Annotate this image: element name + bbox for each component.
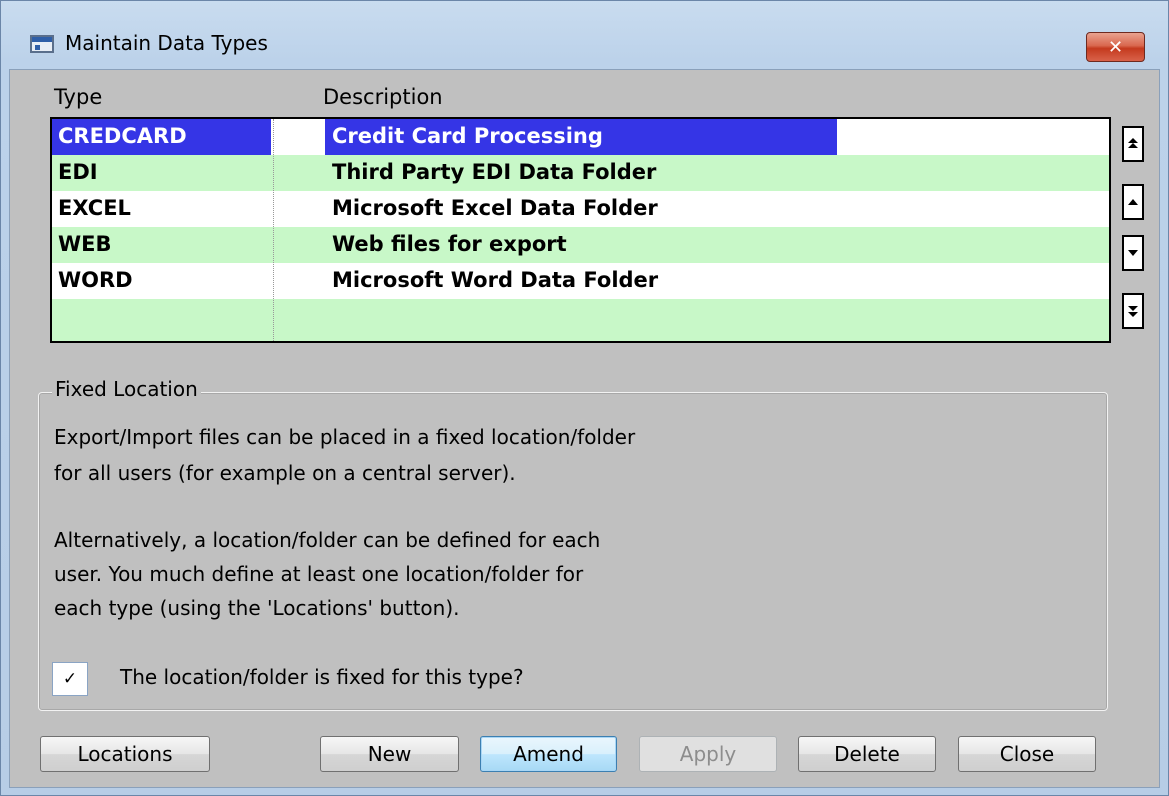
amend-button[interactable]: Amend: [480, 736, 617, 772]
locations-button[interactable]: Locations: [40, 736, 210, 772]
new-button[interactable]: New: [320, 736, 459, 772]
info-text-line: user. You much define at least one locat…: [54, 562, 584, 586]
apply-button[interactable]: Apply: [639, 736, 777, 772]
table-row[interactable]: EXCEL Microsoft Excel Data Folder: [52, 191, 1109, 227]
cell-description: Credit Card Processing: [332, 124, 603, 148]
title-bar[interactable]: Maintain Data Types ✕: [1, 1, 1168, 62]
table-row[interactable]: WORD Microsoft Word Data Folder: [52, 263, 1109, 299]
cell-type: WEB: [58, 232, 112, 256]
scroll-last-button[interactable]: [1122, 293, 1144, 329]
scroll-first-button[interactable]: [1122, 126, 1144, 162]
fixed-location-checkbox[interactable]: ✓: [52, 662, 88, 696]
table-row[interactable]: [52, 299, 1109, 341]
apply-button-label: Apply: [679, 742, 737, 766]
column-header-description: Description: [323, 85, 443, 109]
close-button[interactable]: Close: [958, 736, 1096, 772]
table-row[interactable]: EDI Third Party EDI Data Folder: [52, 155, 1109, 191]
table-row[interactable]: WEB Web files for export: [52, 227, 1109, 263]
fixed-location-title: Fixed Location: [52, 377, 201, 401]
maintain-data-types-window: Maintain Data Types ✕ Type Description C…: [0, 0, 1169, 796]
scroll-up-button[interactable]: [1122, 184, 1144, 220]
data-types-grid[interactable]: CREDCARD Credit Card Processing EDI Thir…: [50, 117, 1111, 343]
window-title: Maintain Data Types: [65, 31, 268, 55]
cell-description: Third Party EDI Data Folder: [332, 160, 657, 184]
new-button-label: New: [367, 742, 412, 766]
up-arrow-icon: [1128, 199, 1138, 205]
cell-description: Microsoft Word Data Folder: [332, 268, 659, 292]
locations-button-label: Locations: [77, 742, 173, 766]
column-divider: [273, 119, 274, 341]
close-button-label: Close: [999, 742, 1055, 766]
check-icon: ✓: [62, 669, 78, 689]
cell-description: Web files for export: [332, 232, 567, 256]
cell-type: EXCEL: [58, 196, 131, 220]
cell-description: Microsoft Excel Data Folder: [332, 196, 658, 220]
window-close-button[interactable]: ✕: [1086, 32, 1145, 62]
table-row[interactable]: CREDCARD Credit Card Processing: [52, 119, 1109, 155]
cell-type: WORD: [58, 268, 133, 292]
info-text-line: for all users (for example on a central …: [54, 461, 516, 485]
cell-type: CREDCARD: [58, 124, 187, 148]
double-down-arrow-icon: [1128, 306, 1138, 317]
fixed-location-checkbox-label[interactable]: The location/folder is fixed for this ty…: [120, 665, 524, 689]
amend-button-label: Amend: [513, 742, 584, 766]
cell-type: EDI: [58, 160, 98, 184]
info-text-line: each type (using the 'Locations' button)…: [54, 596, 460, 620]
info-text-line: Export/Import files can be placed in a f…: [54, 425, 636, 449]
column-header-type: Type: [54, 85, 103, 109]
down-arrow-icon: [1128, 250, 1138, 256]
close-icon: ✕: [1107, 36, 1124, 58]
scroll-down-button[interactable]: [1122, 235, 1144, 271]
delete-button-label: Delete: [834, 742, 900, 766]
delete-button[interactable]: Delete: [798, 736, 936, 772]
double-up-arrow-icon: [1128, 138, 1138, 148]
app-icon: [30, 35, 54, 53]
info-text-line: Alternatively, a location/folder can be …: [54, 528, 601, 552]
